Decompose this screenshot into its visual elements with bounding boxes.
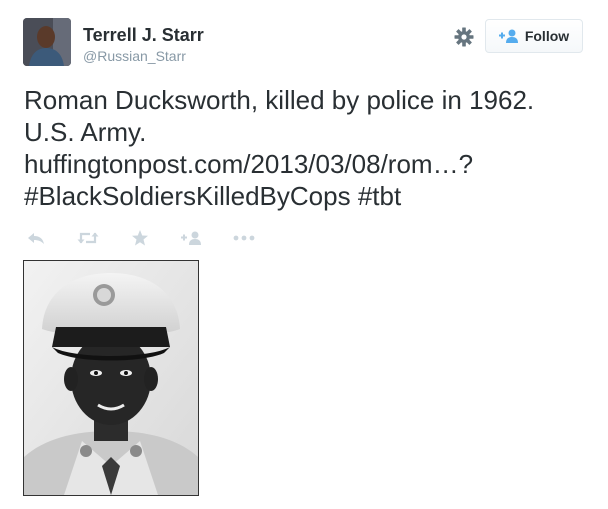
follow-label: Follow — [524, 28, 570, 44]
hashtag-link[interactable]: #BlackSoldiersKilledByCops — [24, 181, 351, 211]
reply-icon[interactable] — [24, 228, 48, 248]
follow-icon[interactable] — [180, 228, 204, 248]
avatar[interactable] — [23, 18, 71, 66]
tweet-card: Terrell J. Starr @Russian_Starr Follow R… — [0, 0, 608, 509]
retweet-icon[interactable] — [76, 228, 100, 248]
soldier-portrait-image — [24, 261, 198, 495]
tweet-link[interactable]: huffingtonpost.com/2013/03/08/rom…? — [24, 149, 473, 179]
more-icon[interactable] — [232, 228, 256, 248]
avatar-image — [23, 18, 71, 66]
tweet-text-line-1: Roman Ducksworth, killed by police in 19… — [24, 85, 535, 115]
follow-icon — [498, 29, 518, 43]
tweet-text-line-2: U.S. Army. — [24, 117, 147, 147]
tweet-actions — [24, 226, 284, 250]
gear-icon[interactable] — [452, 25, 476, 49]
follow-button[interactable]: Follow — [485, 19, 583, 53]
tweet-text: Roman Ducksworth, killed by police in 19… — [24, 84, 594, 212]
favorite-icon[interactable] — [128, 228, 152, 248]
tweet-photo[interactable] — [23, 260, 199, 496]
display-name[interactable]: Terrell J. Starr — [83, 24, 204, 46]
hashtag-link[interactable]: #tbt — [358, 181, 401, 211]
handle[interactable]: @Russian_Starr — [83, 47, 186, 65]
